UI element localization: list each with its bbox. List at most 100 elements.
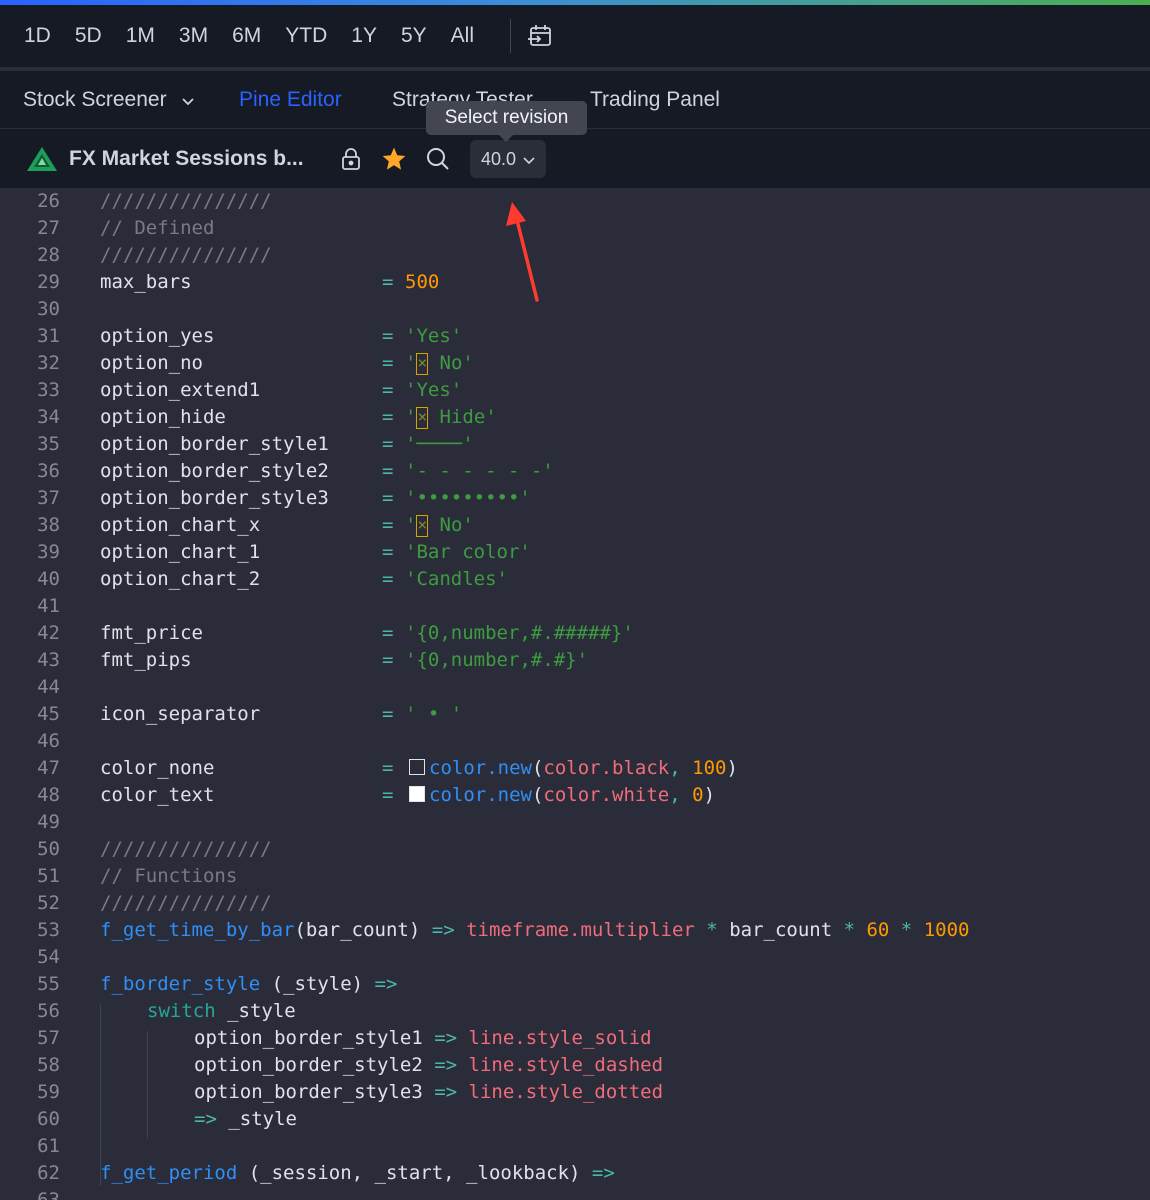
code-variable: option_hide [100,406,226,428]
timeframe-6m[interactable]: 6M [220,5,273,67]
code-params: (_session, _start, _lookback) [237,1162,581,1184]
line-number: 63 [37,1189,60,1200]
code-variable: option_no [100,352,203,374]
code-line: 57 option_border_style1 => line.style_sol… [0,1025,1150,1052]
code-string: No' [428,514,474,536]
line-number: 34 [37,406,60,428]
line-number: 40 [37,568,60,590]
line-number: 54 [37,946,60,968]
code-comment: /////////////// [100,838,272,860]
lock-icon[interactable] [338,146,364,172]
line-number: 29 [37,271,60,293]
timeframe-5d[interactable]: 5D [63,5,114,67]
code-function: f_border_style [100,973,261,995]
code-variable: bar_count [729,919,833,941]
line-number: 31 [37,325,60,347]
code-line: 30 [0,296,1150,323]
line-number: 43 [37,649,60,671]
tab-pine-editor[interactable]: Pine Editor [239,71,342,128]
code-string: ' [405,406,417,428]
code-variable: option_extend1 [100,379,261,401]
color-swatch-icon[interactable] [409,758,425,775]
code-line: 32 option_no = '× No' [0,350,1150,377]
code-line: 41 [0,593,1150,620]
code-line: 26 /////////////// [0,188,1150,215]
code-variable: option_border_style3 [100,487,329,509]
code-variable: _style [216,1108,297,1130]
code-number: 500 [405,271,440,293]
code-string: No' [428,352,474,374]
code-line: 39 option_chart_1 = 'Bar color' [0,539,1150,566]
code-variable: _style [215,1000,296,1022]
color-swatch-icon[interactable] [409,785,425,802]
code-line: 47 color_none = color.new(color.black, 100) [0,755,1150,782]
code-line: 28 /////////////// [0,242,1150,269]
code-line: 34 option_hide = '× Hide' [0,404,1150,431]
code-line: 29 max_bars = 500 [0,269,1150,296]
line-number: 57 [37,1027,60,1049]
script-title[interactable]: FX Market Sessions b... [69,129,304,189]
code-variable: icon_separator [100,703,261,725]
code-editor[interactable]: 26 /////////////// 27 // Defined 28 ///////… [0,188,1150,1200]
code-line: 59 option_border_style3 => line.style_dot… [0,1079,1150,1106]
timeframe-5y[interactable]: 5Y [389,5,439,67]
code-line: 50 /////////////// [0,836,1150,863]
line-number: 52 [37,892,60,914]
code-variable: color_text [100,784,215,806]
search-icon[interactable] [425,146,451,172]
code-line: 35 option_border_style1 = '────' [0,431,1150,458]
code-line: 27 // Defined [0,215,1150,242]
line-number: 32 [37,352,60,374]
code-string: ' [405,352,417,374]
tab-trading-panel[interactable]: Trading Panel [590,71,720,128]
star-icon[interactable] [381,146,407,172]
line-number: 59 [37,1081,60,1103]
timeframe-1d[interactable]: 1D [0,5,63,67]
code-string: '- - - - - -' [405,460,554,482]
code-variable: option_border_style2 [100,460,329,482]
timeframe-1y[interactable]: 1Y [339,5,389,67]
code-string: 'Bar color' [405,541,531,563]
code-keyword: switch [147,1000,216,1022]
line-number: 50 [37,838,60,860]
line-number: 55 [37,973,60,995]
timeframe-all[interactable]: All [439,5,486,67]
tab-stock-screener[interactable]: Stock Screener [23,71,195,129]
code-line: 42 fmt_price = '{0,number,#.#####}' [0,620,1150,647]
revision-select[interactable]: 40.0 [470,140,546,178]
timeframe-ytd[interactable]: YTD [273,5,339,67]
code-variable: color_none [100,757,215,779]
code-line: 60 => _style [0,1106,1150,1133]
line-number: 45 [37,703,60,725]
code-variable: option_chart_2 [100,568,261,590]
chevron-down-icon [181,72,195,129]
code-variable: option_chart_x [100,514,261,536]
line-number: 51 [37,865,60,887]
line-number: 35 [37,433,60,455]
code-number: 100 [692,757,727,779]
line-number: 56 [37,1000,60,1022]
code-string: Hide' [428,406,497,428]
line-number: 38 [37,514,60,536]
code-property: timeframe.multiplier [466,919,695,941]
code-variable: option_yes [100,325,215,347]
code-line: 40 option_chart_2 = 'Candles' [0,566,1150,593]
code-variable: max_bars [100,271,192,293]
code-comment: /////////////// [100,244,272,266]
code-line: 54 [0,944,1150,971]
code-string: 'Yes' [405,379,463,401]
code-comment: /////////////// [100,892,272,914]
line-number: 49 [37,811,60,833]
timeframe-1m[interactable]: 1M [114,5,167,67]
select-revision-tooltip: Select revision [426,101,587,142]
code-line: 62 f_get_period (_session, _start, _lookb… [0,1160,1150,1187]
calendar-compare-icon[interactable] [525,21,555,51]
line-number: 41 [37,595,60,617]
code-line: 49 [0,809,1150,836]
x-glyph-icon: × [416,352,429,375]
code-line: 45 icon_separator = ' • ' [0,701,1150,728]
timeframe-3m[interactable]: 3M [167,5,220,67]
code-string: '────' [405,433,474,455]
code-line: 43 fmt_pips = '{0,number,#.#}' [0,647,1150,674]
line-number: 36 [37,460,60,482]
